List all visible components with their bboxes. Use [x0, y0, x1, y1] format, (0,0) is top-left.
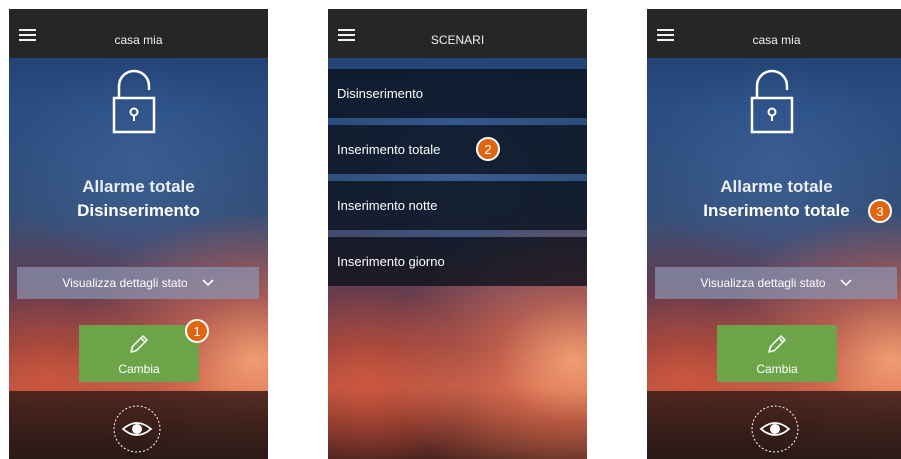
eye-icon[interactable]	[112, 404, 162, 454]
screen-alarm-disarmed: casa mia Allarme totale Disinserimento V…	[9, 9, 268, 459]
change-button[interactable]: Cambia	[717, 325, 837, 382]
change-label: Cambia	[756, 362, 798, 376]
pencil-icon	[768, 335, 786, 353]
scenario-label: Inserimento notte	[337, 198, 438, 213]
eye-icon[interactable]	[750, 404, 800, 454]
chevron-down-icon	[202, 279, 214, 287]
pencil-icon	[130, 335, 148, 353]
status-value: Disinserimento	[77, 201, 200, 220]
screen-alarm-armed: casa mia Allarme totale Inserimento tota…	[647, 9, 901, 459]
top-bar: SCENARI	[328, 9, 587, 58]
status-value: Inserimento totale	[703, 201, 850, 220]
status-title: Allarme totale	[82, 177, 195, 196]
scenario-label: Inserimento giorno	[337, 254, 445, 269]
lock-open-icon	[112, 69, 156, 134]
change-label: Cambia	[118, 362, 160, 376]
step-badge: 1	[185, 319, 209, 343]
step-badge: 2	[476, 137, 500, 161]
screen-scenarios: SCENARI Disinserimento Inserimento total…	[328, 9, 587, 459]
change-button[interactable]: Cambia	[79, 325, 199, 382]
page-title: casa mia	[752, 33, 801, 47]
details-dropdown[interactable]: Visualizza dettagli stato	[655, 267, 897, 299]
page-title: casa mia	[114, 33, 163, 47]
top-bar: casa mia	[647, 9, 901, 58]
scenario-item-night[interactable]: Inserimento notte	[328, 181, 587, 230]
details-label: Visualizza dettagli stato	[62, 276, 188, 290]
step-badge: 3	[868, 199, 892, 223]
scenario-item-disarm[interactable]: Disinserimento	[328, 69, 587, 118]
scenario-item-day[interactable]: Inserimento giorno	[328, 237, 587, 286]
scenario-label: Disinserimento	[337, 86, 423, 101]
page-title: SCENARI	[430, 33, 485, 47]
details-dropdown[interactable]: Visualizza dettagli stato	[17, 267, 259, 299]
chevron-down-icon	[840, 279, 852, 287]
details-label: Visualizza dettagli stato	[700, 276, 826, 290]
scenario-label: Inserimento totale	[337, 142, 441, 157]
lock-open-icon	[750, 69, 794, 134]
status-title: Allarme totale	[720, 177, 833, 196]
top-bar: casa mia	[9, 9, 268, 58]
scenario-item-total[interactable]: Inserimento totale	[328, 125, 587, 174]
